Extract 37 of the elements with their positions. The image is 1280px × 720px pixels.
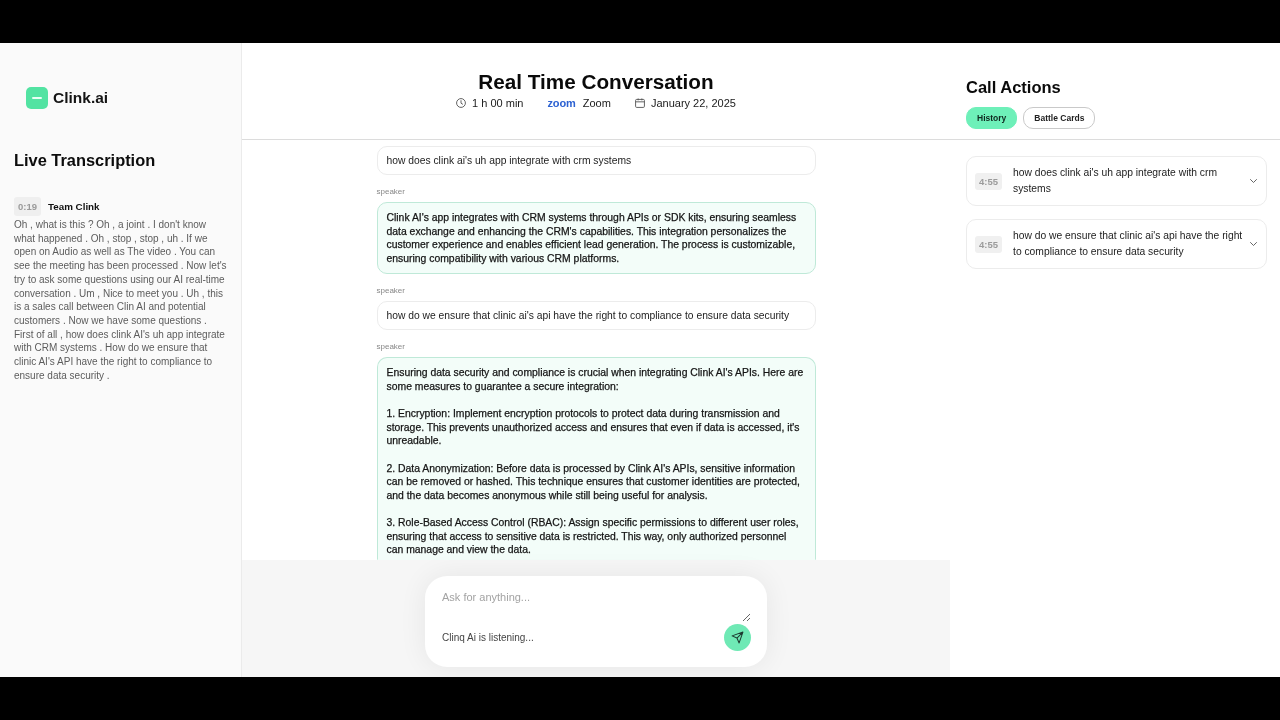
send-button[interactable] bbox=[724, 624, 751, 651]
date-text: January 22, 2025 bbox=[650, 96, 736, 110]
tab[interactable]: Battle Cards bbox=[1023, 107, 1096, 129]
listening-status: Clinq Ai is listening... bbox=[442, 632, 534, 643]
history-item[interactable]: 4:55 how does clink ai's uh app integrate with crm systems bbox=[966, 156, 1267, 206]
answer-paragraph: Clink AI's app integrates with CRM systems through APIs or SDK kits, ensuring seamless data exchange and enhancing the CRM's capabilities. This integration personalizes the customer experience and enables efficient lead generation. The process is customizable, ensuring compatibility with various CRM platforms. bbox=[386, 211, 798, 266]
history-question: how does clink ai's uh app integrate with crm systems bbox=[1013, 166, 1219, 196]
answer-paragraph: 1. Encryption: Implement encryption protocols to protect data during transmission and storage. This prevents unauthorized access and ensures that even if data is accessed, it's unreadable. bbox=[386, 407, 801, 448]
timestamp: 4:55 bbox=[975, 172, 1002, 190]
speaker-label: speaker bbox=[376, 286, 406, 297]
platform-logo: zoom bbox=[547, 96, 576, 110]
transcript-text: Oh , what is this ? Oh , a joint . I don't know what happened . Oh , stop , stop , uh . If we open on Audio as well as The video . You can see the meeting has been processed . Now let's try to ask some questions using our AI real-time conversation . Um , Nice to meet you . Uh , this is a sales call between Clin AI and potential customers . Now we have some questions . First of all , how does clink AI's uh app integrate with CRM systems . How do we ensure that clinic AI's API have the right to compliance to ensure data security . bbox=[14, 218, 227, 383]
tab[interactable]: History bbox=[966, 107, 1018, 129]
page-title: Real Time Conversation bbox=[478, 69, 714, 95]
answer-paragraph: Ensuring data security and compliance is crucial when integrating Clink AI's APIs. Here are some measures to guarantee a secure integration: bbox=[386, 366, 805, 394]
message-input[interactable]: Ask for anything... bbox=[442, 586, 751, 622]
question-message: how does clink ai's uh app integrate with crm systems bbox=[376, 146, 816, 175]
speaker-name: Team Clink bbox=[48, 201, 100, 212]
section-heading: Live Transcription bbox=[14, 150, 157, 170]
duration-text: 1 h 00 min bbox=[472, 96, 524, 110]
speaker-label: speaker bbox=[376, 187, 406, 197]
panel-title: Call Actions bbox=[966, 77, 1062, 98]
question-message: how do we ensure that clinic ai's api have the right to compliance to ensure data security bbox=[376, 301, 816, 331]
timestamp: 4:55 bbox=[975, 235, 1002, 253]
answer-paragraph: 3. Role-Based Access Control (RBAC): Assign specific permissions to different user roles, ensuring that access to sensitive data is restricted. This way, only authorized personnel can manage and view the data. bbox=[386, 515, 800, 557]
clock-icon bbox=[456, 98, 467, 108]
logo-icon bbox=[26, 87, 48, 109]
brand-name: Clink.ai bbox=[53, 89, 109, 107]
history-question: how do we ensure that clinic ai's api have the right to compliance to ensure data security bbox=[1013, 229, 1244, 259]
chat-composer[interactable]: Ask for anything... Clinq Ai is listening... bbox=[425, 576, 767, 667]
answer-paragraph: 2. Data Anonymization: Before data is processed by Clink AI's APIs, sensitive information can be removed or hashed. This technique ensures that customer identities are protected, and the data becomes anonymous while still being useful for analysis. bbox=[386, 461, 801, 503]
speaker-label: speaker bbox=[376, 342, 406, 353]
platform-name: Zoom bbox=[582, 96, 611, 110]
send-icon bbox=[731, 631, 744, 644]
history-item[interactable]: 4:55 how do we ensure that clinic ai's api have the right to compliance to ensure data security bbox=[966, 219, 1267, 269]
timestamp: 0:19 bbox=[14, 197, 41, 216]
calendar-icon bbox=[634, 98, 645, 108]
